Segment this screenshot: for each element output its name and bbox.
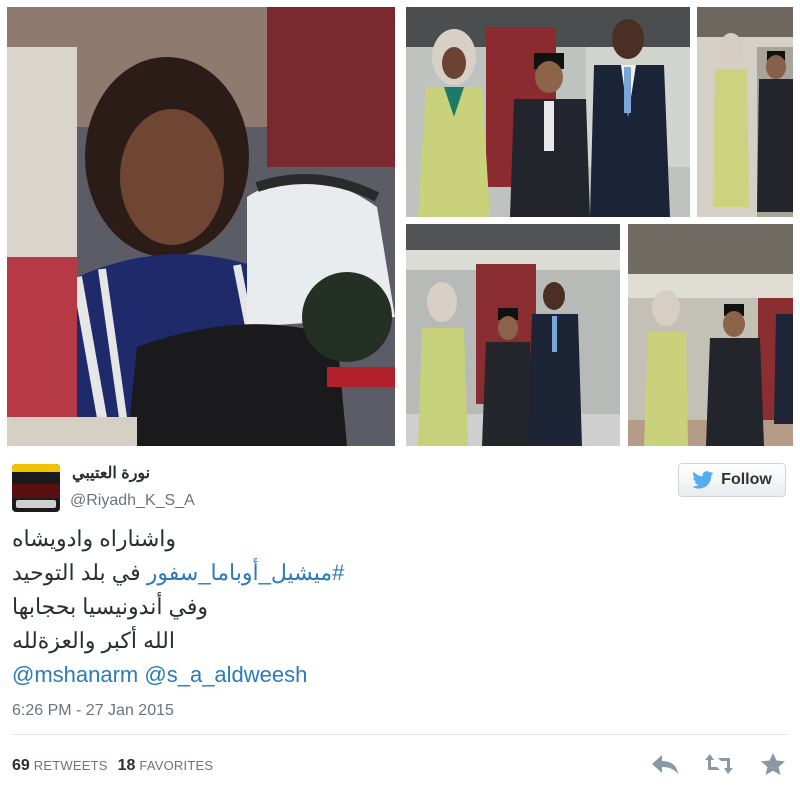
tweet-stats: 69 RETWEETS 18 FAVORITES: [12, 757, 223, 775]
photo-left-image: [7, 7, 395, 446]
photo-top-right-2-image: [697, 7, 793, 217]
follow-button[interactable]: Follow: [678, 463, 786, 497]
display-name[interactable]: نورة العتيبي: [72, 463, 150, 483]
avatar-stripe: [16, 500, 56, 508]
photo-top-right-2[interactable]: [697, 7, 793, 217]
divider: [12, 734, 788, 735]
photo-bottom-right-2[interactable]: [628, 224, 793, 446]
avatar-stripe: [12, 484, 60, 498]
photo-bottom-right-2-image: [628, 224, 793, 446]
photo-bottom-right-1[interactable]: [406, 224, 620, 446]
screen-name[interactable]: @Riyadh_K_S_A: [70, 492, 195, 510]
photo-left[interactable]: [7, 7, 395, 446]
mentions-line: @mshanarm @s_a_aldweesh: [12, 658, 372, 692]
photo-top-right-1-image: [406, 7, 690, 217]
follow-button-label: Follow: [721, 471, 772, 488]
photo-top-right-1[interactable]: [406, 7, 690, 217]
favorites-label[interactable]: FAVORITES: [139, 758, 213, 773]
mention-link[interactable]: @mshanarm: [12, 662, 138, 687]
retweets-count[interactable]: 69: [12, 757, 30, 774]
twitter-bird-icon: [692, 471, 714, 489]
avatar[interactable]: [12, 464, 60, 512]
tweet-timestamp[interactable]: 6:26 PM - 27 Jan 2015: [12, 702, 174, 720]
tweet-actions: [650, 752, 788, 776]
reply-icon[interactable]: [650, 752, 680, 776]
hashtag-link[interactable]: #ميشيل_أوباما_سفور: [147, 560, 345, 585]
avatar-stripe: [12, 464, 60, 472]
tweet-text-line: وفي أندونيسيا بحجابها: [12, 594, 209, 619]
tweet-text: واشناراه وادويشاه #ميشيل_أوباما_سفور في …: [12, 522, 372, 692]
star-icon[interactable]: [758, 752, 788, 776]
retweet-icon[interactable]: [704, 752, 734, 776]
tweet-media-grid: [0, 0, 800, 452]
tweet-text-line: #ميشيل_أوباما_سفور في بلد التوحيد: [12, 556, 372, 590]
photo-bottom-right-1-image: [406, 224, 620, 446]
tweet-text-fragment: في بلد التوحيد: [12, 560, 141, 585]
mention-link[interactable]: @s_a_aldweesh: [144, 662, 307, 687]
tweet-text-line: واشناراه وادويشاه: [12, 526, 177, 551]
tweet-text-line: الله أكبر والعزةلله: [12, 628, 175, 653]
favorites-count[interactable]: 18: [118, 757, 136, 774]
retweets-label[interactable]: RETWEETS: [34, 758, 108, 773]
